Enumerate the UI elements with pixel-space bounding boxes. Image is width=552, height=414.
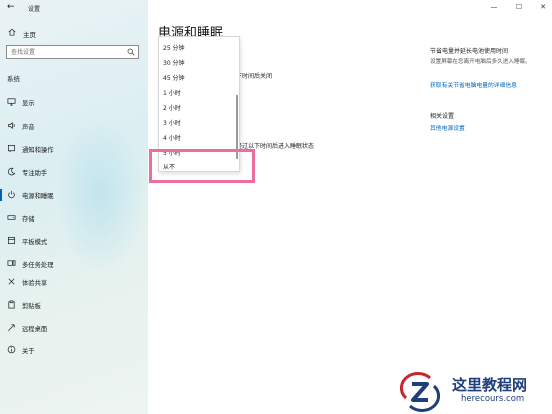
sidebar-item-tablet-mode[interactable]: 平板模式: [0, 232, 148, 250]
additional-power-settings-link[interactable]: 其他电源设置: [430, 123, 465, 132]
sidebar-item-label: 存储: [22, 216, 35, 223]
option-label: 30 分钟: [163, 60, 185, 67]
sidebar-item-label: 多任务处理: [22, 262, 54, 269]
sidebar-item-label: 体验共享: [22, 280, 48, 287]
dropdown-option[interactable]: 1 小时: [159, 84, 237, 99]
search-box[interactable]: [6, 45, 139, 59]
power-icon: [8, 190, 15, 199]
sidebar-item-sound[interactable]: 声音: [0, 117, 148, 135]
screen-timeout-label: 下时间后关闭: [236, 73, 273, 80]
monitor-icon: [7, 98, 16, 106]
sidebar-item-about[interactable]: 关于: [0, 341, 148, 359]
sidebar-item-multitasking[interactable]: 多任务处理: [0, 255, 148, 273]
sidebar-item-label: 关于: [22, 348, 35, 355]
sidebar-item-power-sleep[interactable]: 电源和睡眠: [0, 186, 148, 204]
moon-icon: [7, 167, 16, 176]
sidebar-item-label: 声音: [22, 124, 35, 131]
option-label: 3 小时: [163, 120, 181, 127]
notification-icon: [7, 144, 16, 153]
remote-desktop-icon: [8, 324, 15, 331]
search-icon[interactable]: [127, 48, 135, 56]
sidebar-item-notifications[interactable]: 通知和操作: [0, 140, 148, 158]
option-label: 4 小时: [163, 135, 181, 142]
related-settings-title: 相关设置: [430, 113, 455, 120]
maximize-button[interactable]: ☐: [513, 3, 525, 11]
sidebar-item-focus-assist[interactable]: 专注助手: [0, 163, 148, 181]
section-label: 系统: [7, 75, 20, 83]
dropdown-option[interactable]: 25 分钟: [159, 39, 237, 54]
watermark-url: herecours.com: [461, 394, 525, 404]
title-bar: ← 设置: [0, 0, 148, 16]
power-saving-info-link[interactable]: 获取有关节省电脑电量的详细信息: [430, 80, 517, 89]
right-panel-description: 设置屏幕在您离开电脑后多久进入睡眠。: [430, 59, 531, 65]
sidebar-item-label: 远程桌面: [22, 326, 48, 333]
sidebar-item-label: 剪贴板: [22, 303, 41, 310]
right-panel-title: 节省电量并延长电池使用时间: [430, 48, 509, 55]
sidebar-item-label: 通知和操作: [22, 147, 54, 154]
sidebar-item-label: 电源和睡眠: [22, 193, 54, 200]
info-icon: [7, 345, 16, 354]
sidebar-item-shared-experiences[interactable]: 体验共享: [0, 273, 148, 291]
dropdown-option[interactable]: 3 小时: [159, 114, 237, 129]
option-label: 25 分钟: [163, 45, 185, 52]
dropdown-option[interactable]: 45 分钟: [159, 69, 237, 84]
sidebar-item-display[interactable]: 显示: [0, 93, 148, 111]
sidebar-item-storage[interactable]: 存储: [0, 209, 148, 227]
share-experience-icon: [8, 278, 15, 285]
tablet-icon: [7, 236, 16, 245]
home-icon: [8, 28, 16, 36]
dropdown-option[interactable]: 2 小时: [159, 99, 237, 114]
storage-icon: [7, 215, 16, 220]
back-arrow-icon[interactable]: ←: [7, 2, 15, 12]
dropdown-option[interactable]: 4 小时: [159, 129, 237, 144]
dropdown-option[interactable]: 30 分钟: [159, 54, 237, 69]
clipboard-icon: [8, 300, 15, 309]
sidebar-item-remote-desktop[interactable]: 远程桌面: [0, 319, 148, 337]
search-input[interactable]: [7, 46, 125, 58]
sidebar-item-label: 平板模式: [22, 239, 48, 246]
sidebar: ← 设置 主页 系统 显示 声音 通知和操作 专注助手 电源和睡眠 存储: [0, 0, 148, 414]
app-title: 设置: [28, 6, 41, 13]
option-label: 2 小时: [163, 105, 181, 112]
option-label: 45 分钟: [163, 75, 185, 82]
multitask-icon: [7, 260, 16, 266]
sidebar-item-label: 主页: [23, 31, 36, 39]
close-button[interactable]: ✕: [537, 3, 549, 11]
watermark-logo-icon: [400, 372, 440, 412]
sidebar-item-label: 专注助手: [22, 170, 48, 177]
sidebar-item-label: 显示: [22, 100, 35, 107]
speaker-icon: [7, 122, 15, 129]
sidebar-item-clipboard[interactable]: 剪贴板: [0, 296, 148, 314]
minimize-button[interactable]: —: [488, 3, 500, 11]
sidebar-item-home[interactable]: 主页: [0, 24, 148, 42]
highlight-box: [149, 149, 255, 183]
watermark-site-name: 这里教程网: [452, 376, 528, 394]
option-label: 1 小时: [163, 90, 181, 97]
